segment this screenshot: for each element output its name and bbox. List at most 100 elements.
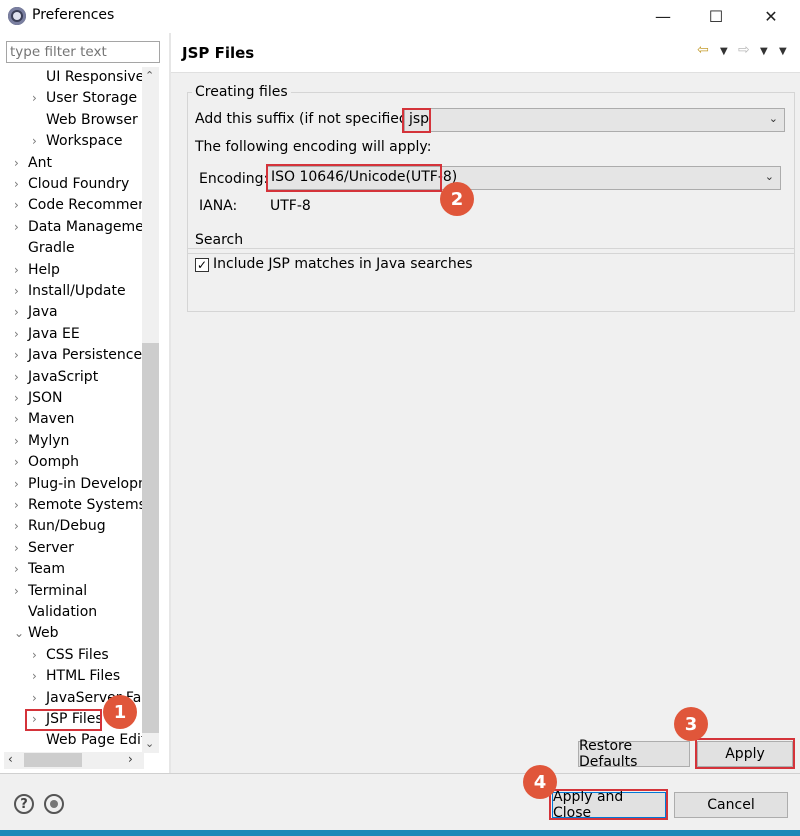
forward-arrow-icon[interactable]: ⇨ xyxy=(738,42,750,58)
chevron-right-icon[interactable]: › xyxy=(14,559,26,580)
tree-item-label: Install/Update xyxy=(28,283,126,299)
chevron-right-icon[interactable]: › xyxy=(14,345,26,366)
chevron-right-icon[interactable]: › xyxy=(14,495,26,516)
window-title: Preferences xyxy=(32,7,115,23)
chevron-right-icon[interactable]: › xyxy=(14,367,26,388)
chevron-right-icon[interactable]: › xyxy=(14,409,26,430)
scroll-down-icon[interactable]: ⌄ xyxy=(145,737,154,750)
chevron-right-icon[interactable]: › xyxy=(32,688,44,709)
chevron-right-icon[interactable]: › xyxy=(14,388,26,409)
tree-item-label: Web Page Edit xyxy=(46,732,144,749)
help-icon[interactable]: ? xyxy=(14,794,34,814)
tree-item-label: Oomph xyxy=(28,454,79,471)
chevron-right-icon[interactable]: › xyxy=(32,131,44,152)
chevron-right-icon[interactable]: › xyxy=(14,302,26,323)
step-badge-1: 1 xyxy=(103,695,137,729)
tree-item-label: Code Recommend xyxy=(28,197,144,214)
chevron-right-icon[interactable]: › xyxy=(14,260,26,281)
iana-label: IANA: xyxy=(199,198,238,214)
tree-item-label: Data Managemen xyxy=(28,218,144,235)
tree-item-label: Run/Debug xyxy=(28,518,106,535)
tree-item-label: Plug-in Developm xyxy=(28,475,144,492)
tree-horizontal-scrollbar[interactable]: ‹ › xyxy=(4,752,144,769)
scrollbar-thumb[interactable] xyxy=(24,753,82,767)
back-dropdown-icon[interactable]: ▼ xyxy=(720,46,728,57)
tree-item-label: HTML Files xyxy=(46,668,121,685)
suffix-combo[interactable]: jsp ⌄ xyxy=(404,108,785,132)
chevron-right-icon[interactable]: › xyxy=(32,88,44,109)
encoding-highlight xyxy=(266,164,442,192)
chevron-down-icon[interactable]: ⌄ xyxy=(14,623,26,644)
chevron-right-icon[interactable]: › xyxy=(14,516,26,537)
iana-value: UTF-8 xyxy=(270,198,311,214)
suffix-label: Add this suffix (if not specified): xyxy=(195,111,418,127)
tree-item-label: Workspace xyxy=(46,133,123,150)
maximize-button[interactable]: ☐ xyxy=(693,0,739,32)
chevron-down-icon: ⌄ xyxy=(768,112,778,125)
chevron-right-icon[interactable]: › xyxy=(14,281,26,302)
chevron-right-icon[interactable]: › xyxy=(14,174,26,195)
include-jsp-checkbox[interactable]: ✓ xyxy=(195,258,209,272)
tree-item-label: Java xyxy=(28,304,58,321)
chevron-right-icon[interactable]: › xyxy=(14,538,26,559)
tree-item-label: Java Persistence xyxy=(28,347,143,364)
tree-item-label: Gradle xyxy=(28,240,75,257)
view-menu-icon[interactable]: ▼ xyxy=(779,46,787,57)
chevron-right-icon[interactable]: › xyxy=(14,474,26,495)
forward-dropdown-icon[interactable]: ▼ xyxy=(760,46,768,57)
chevron-down-icon: ⌄ xyxy=(764,170,774,183)
chevron-right-icon[interactable]: › xyxy=(14,153,26,174)
dialog-button-bar: ? Apply and Close Cancel xyxy=(0,773,800,836)
cancel-button[interactable]: Cancel xyxy=(674,792,788,818)
chevron-right-icon[interactable]: › xyxy=(14,324,26,345)
tree-item-label: User Storage Se xyxy=(46,90,144,107)
tree-item-label: Server xyxy=(28,539,74,556)
filter-input[interactable] xyxy=(6,41,160,63)
chevron-right-icon[interactable]: › xyxy=(14,452,26,473)
search-legend: Search xyxy=(192,232,247,248)
tree-item-label: JavaScript xyxy=(28,368,99,385)
minimize-button[interactable]: — xyxy=(640,0,686,32)
scroll-right-icon[interactable]: › xyxy=(128,752,133,766)
encoding-label: Encoding: xyxy=(199,171,269,187)
chevron-right-icon[interactable]: › xyxy=(14,431,26,452)
restore-defaults-button[interactable]: Restore Defaults xyxy=(578,738,690,770)
chevron-right-icon[interactable]: › xyxy=(32,666,44,687)
tree-item-label: Web xyxy=(28,625,59,642)
creating-files-legend: Creating files xyxy=(192,84,291,100)
tree-item-label: Terminal xyxy=(28,582,88,599)
tree-item-label: JSON xyxy=(28,390,63,406)
tree-vertical-scrollbar[interactable]: ⌃ ⌄ xyxy=(142,67,159,753)
back-arrow-icon[interactable]: ⇦ xyxy=(697,42,709,58)
close-button[interactable]: ✕ xyxy=(748,0,794,32)
tree-item-label: Validation xyxy=(28,604,98,620)
tree-item-label: CSS Files xyxy=(46,646,109,663)
tree-item-label: Mylyn xyxy=(28,432,70,449)
chevron-right-icon[interactable]: › xyxy=(14,581,26,602)
chevron-right-icon[interactable]: › xyxy=(14,195,26,216)
jsp-files-highlight xyxy=(25,709,102,731)
scroll-up-icon[interactable]: ⌃ xyxy=(145,69,154,82)
scroll-left-icon[interactable]: ‹ xyxy=(8,752,13,766)
apply-highlight xyxy=(695,738,795,769)
tree-item-label: UI Responsiven xyxy=(46,69,144,85)
page-header: JSP Files ⇦ ▼ ⇨ ▼ ▼ xyxy=(171,33,800,73)
scrollbar-thumb[interactable] xyxy=(142,343,159,733)
include-jsp-label: Include JSP matches in Java searches xyxy=(213,256,473,272)
preferences-tree: UI Responsiven›User Storage SeWeb Browse… xyxy=(0,67,144,753)
tree-item-label: Remote Systems xyxy=(28,497,144,513)
page-title: JSP Files xyxy=(182,44,255,62)
record-macro-icon[interactable] xyxy=(44,794,64,814)
chevron-right-icon[interactable]: › xyxy=(32,645,44,666)
tree-item-label: Team xyxy=(28,561,66,578)
step-badge-3: 3 xyxy=(674,707,708,741)
tree-item-label: Ant xyxy=(28,154,52,171)
apply-and-close-highlight xyxy=(549,789,668,820)
encoding-intro: The following encoding will apply: xyxy=(195,139,432,155)
tree-item-label: Cloud Foundry xyxy=(28,176,130,192)
tree-item-label: Help xyxy=(28,261,60,278)
step-badge-4: 4 xyxy=(523,765,557,799)
tree-item-label: Maven xyxy=(28,411,75,428)
window-bottom-edge xyxy=(0,830,800,836)
chevron-right-icon[interactable]: › xyxy=(14,217,26,238)
